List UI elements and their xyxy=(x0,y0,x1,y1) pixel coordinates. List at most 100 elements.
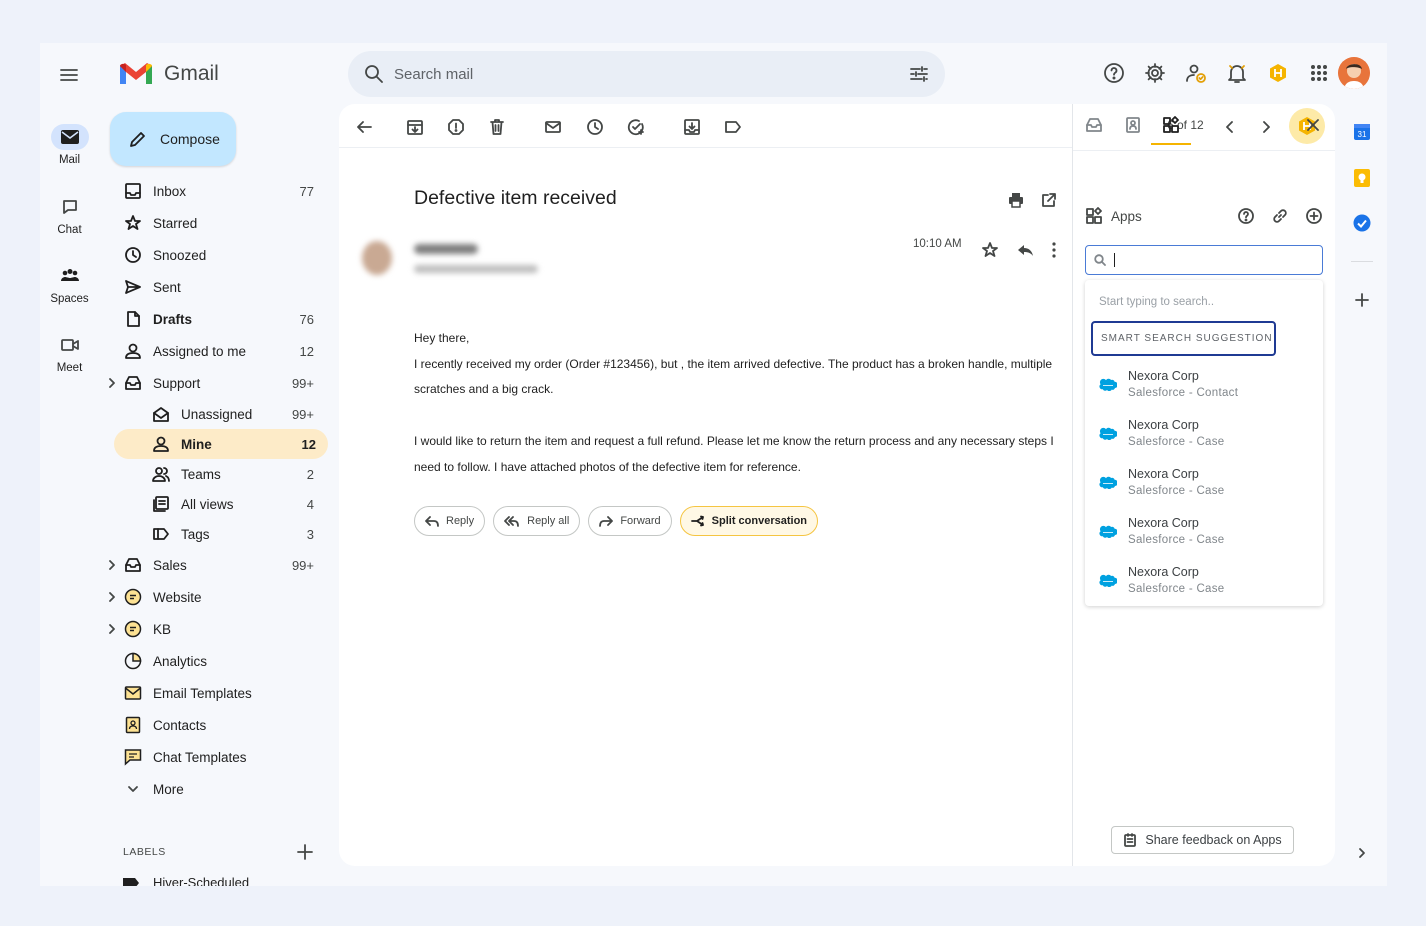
expand-panel-chevron-icon[interactable] xyxy=(1352,843,1372,863)
user-status-icon[interactable] xyxy=(1184,61,1208,85)
nav-contacts[interactable]: Contacts xyxy=(100,709,340,741)
chevron-right-icon[interactable] xyxy=(108,560,116,570)
nav-sent[interactable]: Sent xyxy=(100,271,340,303)
label-item[interactable]: Hiver-Scheduled xyxy=(123,875,249,886)
add-task-icon[interactable] xyxy=(625,116,647,138)
compose-button[interactable]: Compose xyxy=(110,112,236,166)
apps-search-input[interactable] xyxy=(1085,245,1323,275)
feedback-label: Share feedback on Apps xyxy=(1145,833,1282,847)
search-icon[interactable] xyxy=(364,64,384,84)
notifications-icon[interactable] xyxy=(1225,61,1249,85)
sender-email-redacted xyxy=(414,265,538,273)
search-result[interactable]: Nexora Corp Salesforce - Contact xyxy=(1085,366,1323,406)
forward-button[interactable]: Forward xyxy=(588,506,672,536)
nav-tags[interactable]: Tags 3 xyxy=(100,519,340,549)
result-title: Nexora Corp xyxy=(1128,467,1199,481)
nav-website[interactable]: Website xyxy=(100,581,340,613)
share-feedback-button[interactable]: Share feedback on Apps xyxy=(1111,826,1294,854)
nav-sales[interactable]: Sales 99+ xyxy=(100,549,340,581)
nav-snoozed[interactable]: Snoozed xyxy=(100,239,340,271)
close-icon[interactable] xyxy=(1306,118,1326,138)
nav-mine[interactable]: Mine 12 xyxy=(114,429,328,459)
contact-tab-icon[interactable] xyxy=(1124,116,1144,136)
nav-teams[interactable]: Teams 2 xyxy=(100,459,340,489)
nav-email-templates[interactable]: Email Templates xyxy=(100,677,340,709)
chevron-right-icon[interactable] xyxy=(108,624,116,634)
main-menu-icon[interactable] xyxy=(57,63,81,87)
report-spam-icon[interactable] xyxy=(445,116,467,138)
help-icon[interactable] xyxy=(1102,61,1126,85)
views-icon xyxy=(151,494,171,514)
label-name: Hiver-Scheduled xyxy=(153,875,250,886)
rail-chat[interactable]: Chat xyxy=(40,194,99,236)
tasks-icon[interactable] xyxy=(1352,213,1372,233)
nav-chat-templates[interactable]: Chat Templates xyxy=(100,741,340,773)
nav-label: Tags xyxy=(181,526,210,542)
person-icon xyxy=(123,341,143,361)
gmail-logo[interactable]: Gmail xyxy=(118,60,219,88)
reply-all-button[interactable]: Reply all xyxy=(493,506,581,536)
add-addon-icon[interactable] xyxy=(1352,290,1372,310)
delete-icon[interactable] xyxy=(486,116,508,138)
inbox-tab-icon[interactable] xyxy=(1085,116,1105,136)
result-title: Nexora Corp xyxy=(1128,369,1199,383)
open-new-window-icon[interactable] xyxy=(1038,189,1060,211)
nav-inbox[interactable]: Inbox 77 xyxy=(100,175,340,207)
print-icon[interactable] xyxy=(1005,189,1027,211)
labels-heading: LABELS xyxy=(123,846,166,858)
body-paragraph: Hey there, xyxy=(414,331,470,345)
reply-all-icon xyxy=(504,516,520,527)
split-conversation-button[interactable]: Split conversation xyxy=(679,506,819,536)
nav-support[interactable]: Support 99+ xyxy=(100,367,340,399)
rail-meet[interactable]: Meet xyxy=(40,332,99,374)
nav-label: Analytics xyxy=(153,653,208,669)
nav-starred[interactable]: Starred xyxy=(100,207,340,239)
search-input[interactable]: Search mail xyxy=(394,66,909,83)
star-icon xyxy=(123,213,143,233)
hiver-extension-icon[interactable] xyxy=(1266,61,1290,85)
add-app-icon[interactable] xyxy=(1305,207,1323,225)
move-to-icon[interactable] xyxy=(681,116,703,138)
apps-tab-icon[interactable] xyxy=(1162,116,1182,136)
reply-icon[interactable] xyxy=(1015,239,1037,261)
search-options-icon[interactable] xyxy=(909,64,929,84)
search-result[interactable]: Nexora Corp Salesforce - Case xyxy=(1085,415,1323,455)
nav-assigned-to-me[interactable]: Assigned to me 12 xyxy=(100,335,340,367)
help-icon[interactable] xyxy=(1237,207,1255,225)
search-result[interactable]: Nexora Corp Salesforce - Case xyxy=(1085,562,1323,602)
nav-all-views[interactable]: All views 4 xyxy=(100,489,340,519)
nav-count: 99+ xyxy=(291,406,314,422)
settings-icon[interactable] xyxy=(1143,61,1167,85)
search-bar[interactable]: Search mail xyxy=(348,51,945,97)
account-avatar[interactable] xyxy=(1338,57,1370,89)
nav-more[interactable]: More xyxy=(100,773,340,805)
nav-drafts[interactable]: Drafts 76 xyxy=(100,303,340,335)
star-icon[interactable] xyxy=(979,239,1001,261)
rail-mail[interactable]: Mail xyxy=(40,124,99,166)
reply-button[interactable]: Reply xyxy=(414,506,486,536)
keep-icon[interactable] xyxy=(1352,168,1372,188)
archive-icon[interactable] xyxy=(404,116,426,138)
person-icon xyxy=(151,434,171,454)
hiver-side-panel: Apps Start typing to search.. SMART SEAR… xyxy=(1072,104,1335,866)
salesforce-icon xyxy=(1099,427,1117,440)
forward-icon xyxy=(599,516,614,527)
nav-analytics[interactable]: Analytics xyxy=(100,645,340,677)
smart-search-suggestion[interactable]: SMART SEARCH SUGGESTION xyxy=(1091,321,1276,356)
back-arrow-icon[interactable] xyxy=(353,116,375,138)
snooze-icon[interactable] xyxy=(584,116,606,138)
nav-unassigned[interactable]: Unassigned 99+ xyxy=(100,399,340,429)
mark-unread-icon[interactable] xyxy=(542,116,564,138)
apps-grid-icon[interactable] xyxy=(1307,61,1331,85)
search-result[interactable]: Nexora Corp Salesforce - Case xyxy=(1085,464,1323,504)
add-label-icon[interactable] xyxy=(296,843,314,861)
chevron-right-icon[interactable] xyxy=(108,378,116,388)
label-icon[interactable] xyxy=(722,116,744,138)
more-options-icon[interactable] xyxy=(1043,239,1065,261)
rail-spaces[interactable]: Spaces xyxy=(40,263,99,305)
chevron-right-icon[interactable] xyxy=(108,592,116,602)
calendar-icon[interactable]: 31 xyxy=(1352,122,1372,142)
link-icon[interactable] xyxy=(1271,207,1289,225)
search-result[interactable]: Nexora Corp Salesforce - Case xyxy=(1085,513,1323,553)
nav-kb[interactable]: KB xyxy=(100,613,340,645)
